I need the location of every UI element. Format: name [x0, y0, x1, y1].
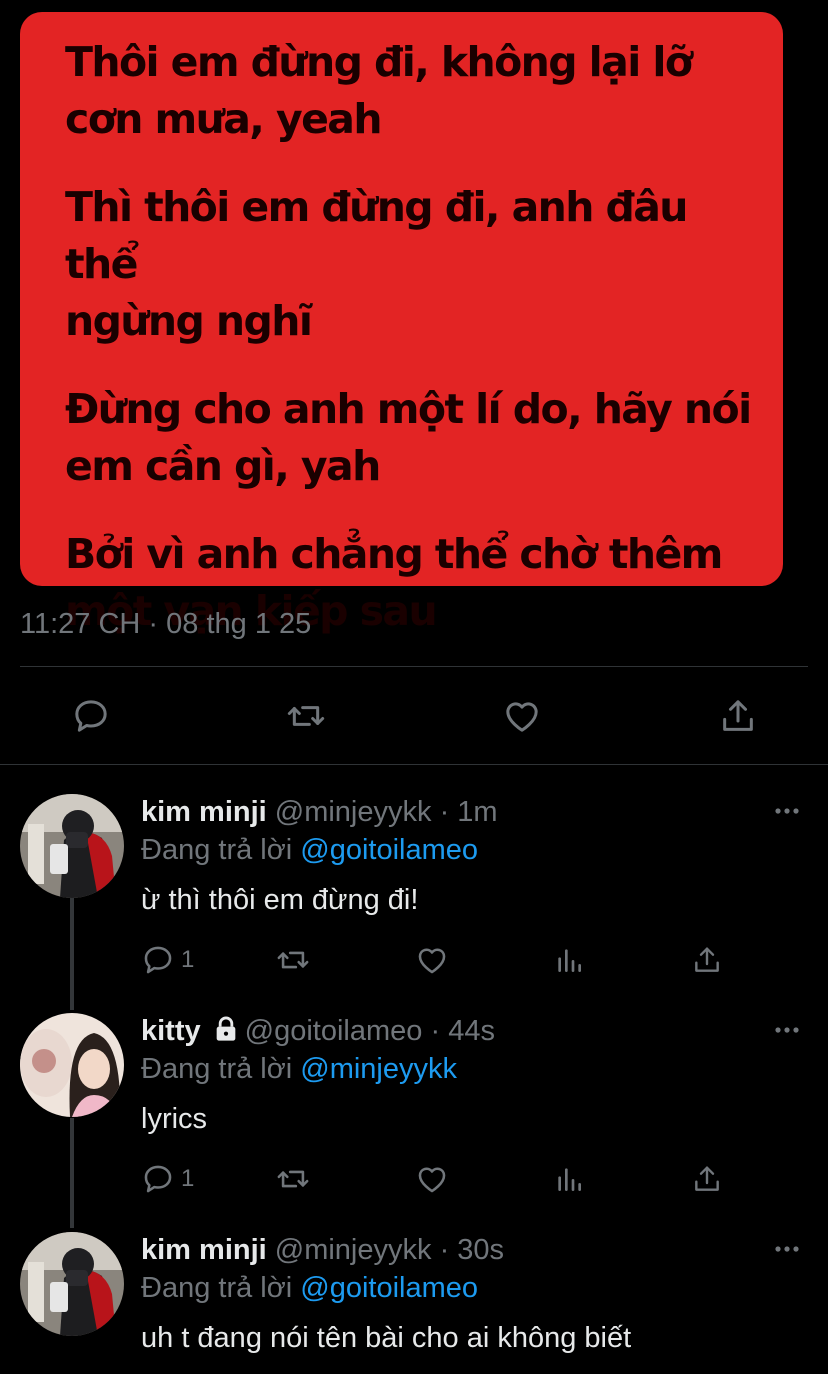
share-icon	[718, 696, 758, 736]
tweet-text: ừ thì thôi em đừng đi!	[141, 884, 419, 916]
more-options-button[interactable]	[770, 1232, 804, 1266]
mention-link[interactable]: @goitoilameo	[300, 834, 478, 866]
heart-icon	[415, 1162, 449, 1196]
reply-count: 1	[181, 1165, 195, 1192]
thread-connector	[70, 898, 74, 1010]
retweet-icon	[285, 696, 327, 736]
user-handle[interactable]: @minjeyykk	[275, 796, 432, 828]
lyric-image-card[interactable]: Thôi em đừng đi, không lại lỡ cơn mưa, y…	[20, 12, 783, 635]
reply-button[interactable]	[69, 694, 113, 738]
tweet-age[interactable]: 1m	[457, 796, 497, 828]
views-button[interactable]	[553, 940, 585, 980]
heart-icon	[502, 696, 542, 736]
user-name[interactable]: kitty	[141, 1015, 201, 1047]
like-button[interactable]	[415, 1159, 449, 1199]
reply-icon	[141, 1162, 175, 1196]
divider	[0, 764, 828, 765]
reply-action-bar: 1	[141, 1159, 741, 1199]
share-button[interactable]	[691, 940, 723, 980]
reply-action-bar: 1	[141, 940, 741, 980]
tweet-text: uh t đang nói tên bài cho ai không biết	[141, 1322, 632, 1354]
more-options-button[interactable]	[770, 794, 804, 828]
retweet-icon	[275, 943, 311, 977]
analytics-icon	[553, 1162, 585, 1196]
divider	[20, 666, 808, 667]
replying-to: Đang trả lời @goitoilameo	[141, 1270, 478, 1306]
replying-label: Đang trả lời	[141, 1272, 301, 1304]
share-icon	[691, 943, 723, 977]
separator-dot: ·	[431, 1234, 458, 1266]
share-icon	[691, 1162, 723, 1196]
retweet-icon	[275, 1162, 311, 1196]
tweet-text: lyrics	[141, 1103, 208, 1135]
user-name[interactable]: kim minji	[141, 796, 267, 828]
lock-icon	[211, 1015, 241, 1052]
retweet-button[interactable]	[275, 940, 311, 980]
share-button[interactable]	[691, 1159, 723, 1199]
user-handle[interactable]: @minjeyykk	[275, 1234, 432, 1266]
heart-icon	[415, 943, 449, 977]
reply-header: kim minji @minjeyykk · 1m	[141, 794, 498, 830]
reply-icon	[71, 696, 111, 736]
reply-count: 1	[181, 946, 195, 973]
more-icon	[774, 1245, 800, 1253]
more-icon	[774, 807, 800, 815]
thread-connector	[70, 1118, 74, 1228]
more-options-button[interactable]	[770, 1013, 804, 1047]
avatar[interactable]	[20, 794, 124, 898]
avatar[interactable]	[20, 1232, 124, 1336]
avatar[interactable]	[20, 1013, 124, 1117]
lyric-line: Thì thôi em đừng đi, anh đâu thể ngừng n…	[65, 183, 689, 345]
replying-label: Đang trả lời	[141, 1053, 301, 1085]
lyric-line: Đừng cho anh một lí do, hãy nói em cần g…	[65, 385, 752, 490]
like-button[interactable]	[500, 694, 544, 738]
like-button[interactable]	[415, 940, 449, 980]
separator-dot: ·	[422, 1015, 449, 1047]
views-button[interactable]	[553, 1159, 585, 1199]
more-icon	[774, 1026, 800, 1034]
retweet-button[interactable]	[284, 694, 328, 738]
mention-link[interactable]: @goitoilameo	[300, 1272, 478, 1304]
reply-header: kitty @goitoilameo · 44s	[141, 1013, 495, 1052]
share-button[interactable]	[716, 694, 760, 738]
replying-to: Đang trả lời @minjeyykk	[141, 1051, 457, 1087]
replying-to: Đang trả lời @goitoilameo	[141, 832, 478, 868]
reply-button[interactable]: 1	[141, 940, 194, 980]
reply-button[interactable]: 1	[141, 1159, 194, 1199]
post-timestamp[interactable]: 11:27 CH · 08 thg 1 25	[20, 608, 311, 641]
mention-link[interactable]: @minjeyykk	[300, 1053, 457, 1085]
reply-header: kim minji @minjeyykk · 30s	[141, 1232, 504, 1268]
separator-dot: ·	[431, 796, 458, 828]
lyric-line: Thôi em đừng đi, không lại lỡ cơn mưa, y…	[65, 38, 693, 143]
tweet-age[interactable]: 44s	[448, 1015, 495, 1047]
analytics-icon	[553, 943, 585, 977]
user-name[interactable]: kim minji	[141, 1234, 267, 1266]
post-action-bar	[0, 694, 828, 738]
retweet-button[interactable]	[275, 1159, 311, 1199]
tweet-age[interactable]: 30s	[457, 1234, 504, 1266]
replying-label: Đang trả lời	[141, 834, 301, 866]
reply-icon	[141, 943, 175, 977]
user-handle[interactable]: @goitoilameo	[245, 1015, 423, 1047]
